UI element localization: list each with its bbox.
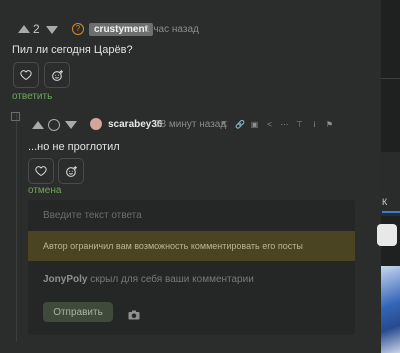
comment-text: ...но не проглотил xyxy=(28,141,120,153)
emoji-reaction-button[interactable] xyxy=(44,62,70,88)
comment-time: 28 минут назад xyxy=(155,119,227,130)
comment-time: 1 час назад xyxy=(145,24,199,35)
reply-form: Введите текст ответа Автор ограничил вам… xyxy=(28,200,355,335)
sidebar-button[interactable] xyxy=(377,224,397,246)
smile-plus-icon xyxy=(65,165,77,177)
restriction-notice-text: Автор ограничил вам возможность комменти… xyxy=(43,241,303,251)
comment-2: scarabey36 28 минут назад ⇱ 🔗 ▣ < ⋯ ⊤ i … xyxy=(24,110,380,200)
link-icon[interactable]: 🔗 xyxy=(235,120,245,129)
collapse-icon[interactable]: ⇱ xyxy=(220,120,229,129)
reply-input[interactable]: Введите текст ответа xyxy=(43,210,343,221)
like-button[interactable] xyxy=(28,158,54,184)
sidebar-divider xyxy=(381,78,400,79)
pin-icon[interactable]: ⊤ xyxy=(295,120,304,129)
right-sidebar: К xyxy=(377,0,400,353)
thread-line xyxy=(16,112,17,342)
camera-icon[interactable] xyxy=(128,307,140,325)
vote-score: 2 xyxy=(33,22,40,36)
emoji-reaction-button[interactable] xyxy=(58,158,84,184)
save-icon[interactable]: ▣ xyxy=(250,120,259,129)
submit-button-label: Отправить xyxy=(53,306,103,318)
submit-button[interactable]: Отправить xyxy=(43,302,113,322)
more-icon[interactable]: ⋯ xyxy=(280,120,289,129)
downvote-icon[interactable] xyxy=(65,121,77,129)
hidden-notice: JonyPoly скрыл для себя ваши комментарии xyxy=(43,274,254,285)
restriction-notice: Автор ограничил вам возможность комменти… xyxy=(28,231,355,261)
author-badge-icon: ? xyxy=(72,23,84,35)
heart-icon xyxy=(35,166,47,177)
upvote-icon[interactable] xyxy=(32,121,44,129)
author-name-label: crustyment xyxy=(94,24,148,35)
share-icon[interactable]: < xyxy=(265,120,274,129)
comment-1: 2 ? crustyment 1 час назад Пил ли сегодн… xyxy=(0,0,380,110)
sidebar-link-icon[interactable] xyxy=(382,211,400,213)
reply-link[interactable]: ответить xyxy=(12,91,52,102)
comment-toolbar: ⇱ 🔗 ▣ < ⋯ ⊤ i ⚑ xyxy=(220,120,340,130)
hidden-notice-user: JonyPoly xyxy=(43,274,88,285)
downvote-icon[interactable] xyxy=(46,26,58,34)
sidebar-letter: К xyxy=(382,197,388,207)
pending-score-icon xyxy=(48,119,60,131)
collapse-thread-icon[interactable] xyxy=(11,112,20,121)
hidden-notice-text: скрыл для себя ваши комментарии xyxy=(90,274,254,285)
like-button[interactable] xyxy=(13,62,39,88)
cancel-link[interactable]: отмена xyxy=(28,185,61,196)
upvote-icon[interactable] xyxy=(18,25,30,33)
smile-plus-icon xyxy=(51,69,63,81)
sidebar-thumbnail[interactable] xyxy=(381,266,400,353)
flag-icon[interactable]: ⚑ xyxy=(325,120,334,129)
comment-text: Пил ли сегодня Царёв? xyxy=(12,44,133,56)
avatar[interactable] xyxy=(90,118,102,130)
heart-icon xyxy=(20,70,32,81)
author-name[interactable]: crustyment xyxy=(89,23,153,36)
info-icon[interactable]: i xyxy=(310,120,319,129)
